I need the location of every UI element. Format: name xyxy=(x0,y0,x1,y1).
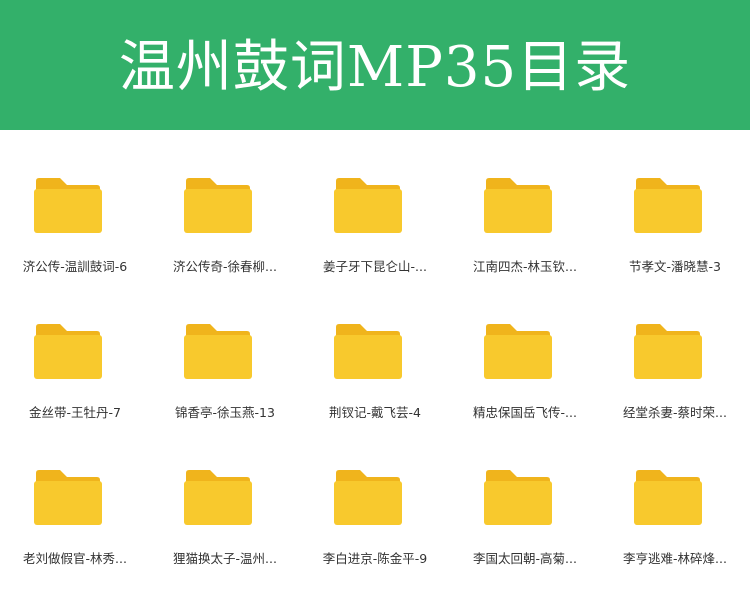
folder-icon xyxy=(484,324,552,379)
folder-icon xyxy=(184,324,252,379)
folder-item[interactable]: 李国太回朝-高菊... xyxy=(450,422,600,566)
folder-label: 金丝带-王牡丹-7 xyxy=(29,405,121,420)
folder-item[interactable]: 李亨逃难-林碎烽... xyxy=(600,422,750,566)
folder-item[interactable]: 锦香亭-徐玉燕-13 xyxy=(150,276,300,420)
folder-item[interactable]: 金丝带-王牡丹-7 xyxy=(0,276,150,420)
folder-icon xyxy=(334,324,402,379)
folder-icon xyxy=(334,178,402,233)
folder-label: 济公传-温訓鼓词-6 xyxy=(22,259,128,274)
folder-item[interactable]: 经堂杀妻-蔡时荣... xyxy=(600,276,750,420)
folder-grid: 济公传-温訓鼓词-6 济公传奇-徐春柳... 姜子牙下昆仑山-... 江南四杰-… xyxy=(0,130,750,605)
folder-label: 精忠保国岳飞传-... xyxy=(473,405,577,420)
folder-item[interactable]: 狸猫换太子-温州... xyxy=(150,422,300,566)
folder-item[interactable]: 老刘做假官-林秀... xyxy=(0,422,150,566)
folder-icon xyxy=(484,178,552,233)
folder-item[interactable]: 李白进京-陈金平-9 xyxy=(300,422,450,566)
folder-label: 姜子牙下昆仑山-... xyxy=(323,259,427,274)
folder-item[interactable]: 姜子牙下昆仑山-... xyxy=(300,130,450,274)
page-title: 温州鼓词MP35目录 xyxy=(118,35,632,100)
folder-item[interactable]: 荆钗记-戴飞芸-4 xyxy=(300,276,450,420)
folder-label: 李亨逃难-林碎烽... xyxy=(623,551,727,566)
folder-label: 锦香亭-徐玉燕-13 xyxy=(175,405,275,420)
folder-label: 经堂杀妻-蔡时荣... xyxy=(623,405,727,420)
folder-label: 李白进京-陈金平-9 xyxy=(322,551,428,566)
folder-icon xyxy=(184,470,252,525)
folder-icon xyxy=(484,470,552,525)
folder-icon xyxy=(34,324,102,379)
folder-label: 狸猫换太子-温州... xyxy=(173,551,277,566)
folder-icon xyxy=(334,470,402,525)
folder-icon xyxy=(34,470,102,525)
folder-icon xyxy=(184,178,252,233)
folder-label: 济公传奇-徐春柳... xyxy=(173,259,277,274)
folder-item[interactable]: 节孝文-潘晓慧-3 xyxy=(600,130,750,274)
folder-label: 江南四杰-林玉钦... xyxy=(473,259,577,274)
folder-icon xyxy=(634,470,702,525)
folder-item[interactable]: 精忠保国岳飞传-... xyxy=(450,276,600,420)
folder-icon xyxy=(34,178,102,233)
folder-label: 节孝文-潘晓慧-3 xyxy=(629,259,721,274)
folder-icon xyxy=(634,324,702,379)
header-banner: 温州鼓词MP35目录 xyxy=(0,0,750,130)
folder-item[interactable]: 江南四杰-林玉钦... xyxy=(450,130,600,274)
folder-label: 荆钗记-戴飞芸-4 xyxy=(329,405,421,420)
folder-item[interactable]: 济公传-温訓鼓词-6 xyxy=(0,130,150,274)
folder-icon xyxy=(634,178,702,233)
folder-item[interactable]: 济公传奇-徐春柳... xyxy=(150,130,300,274)
folder-label: 李国太回朝-高菊... xyxy=(473,551,577,566)
folder-label: 老刘做假官-林秀... xyxy=(23,551,127,566)
